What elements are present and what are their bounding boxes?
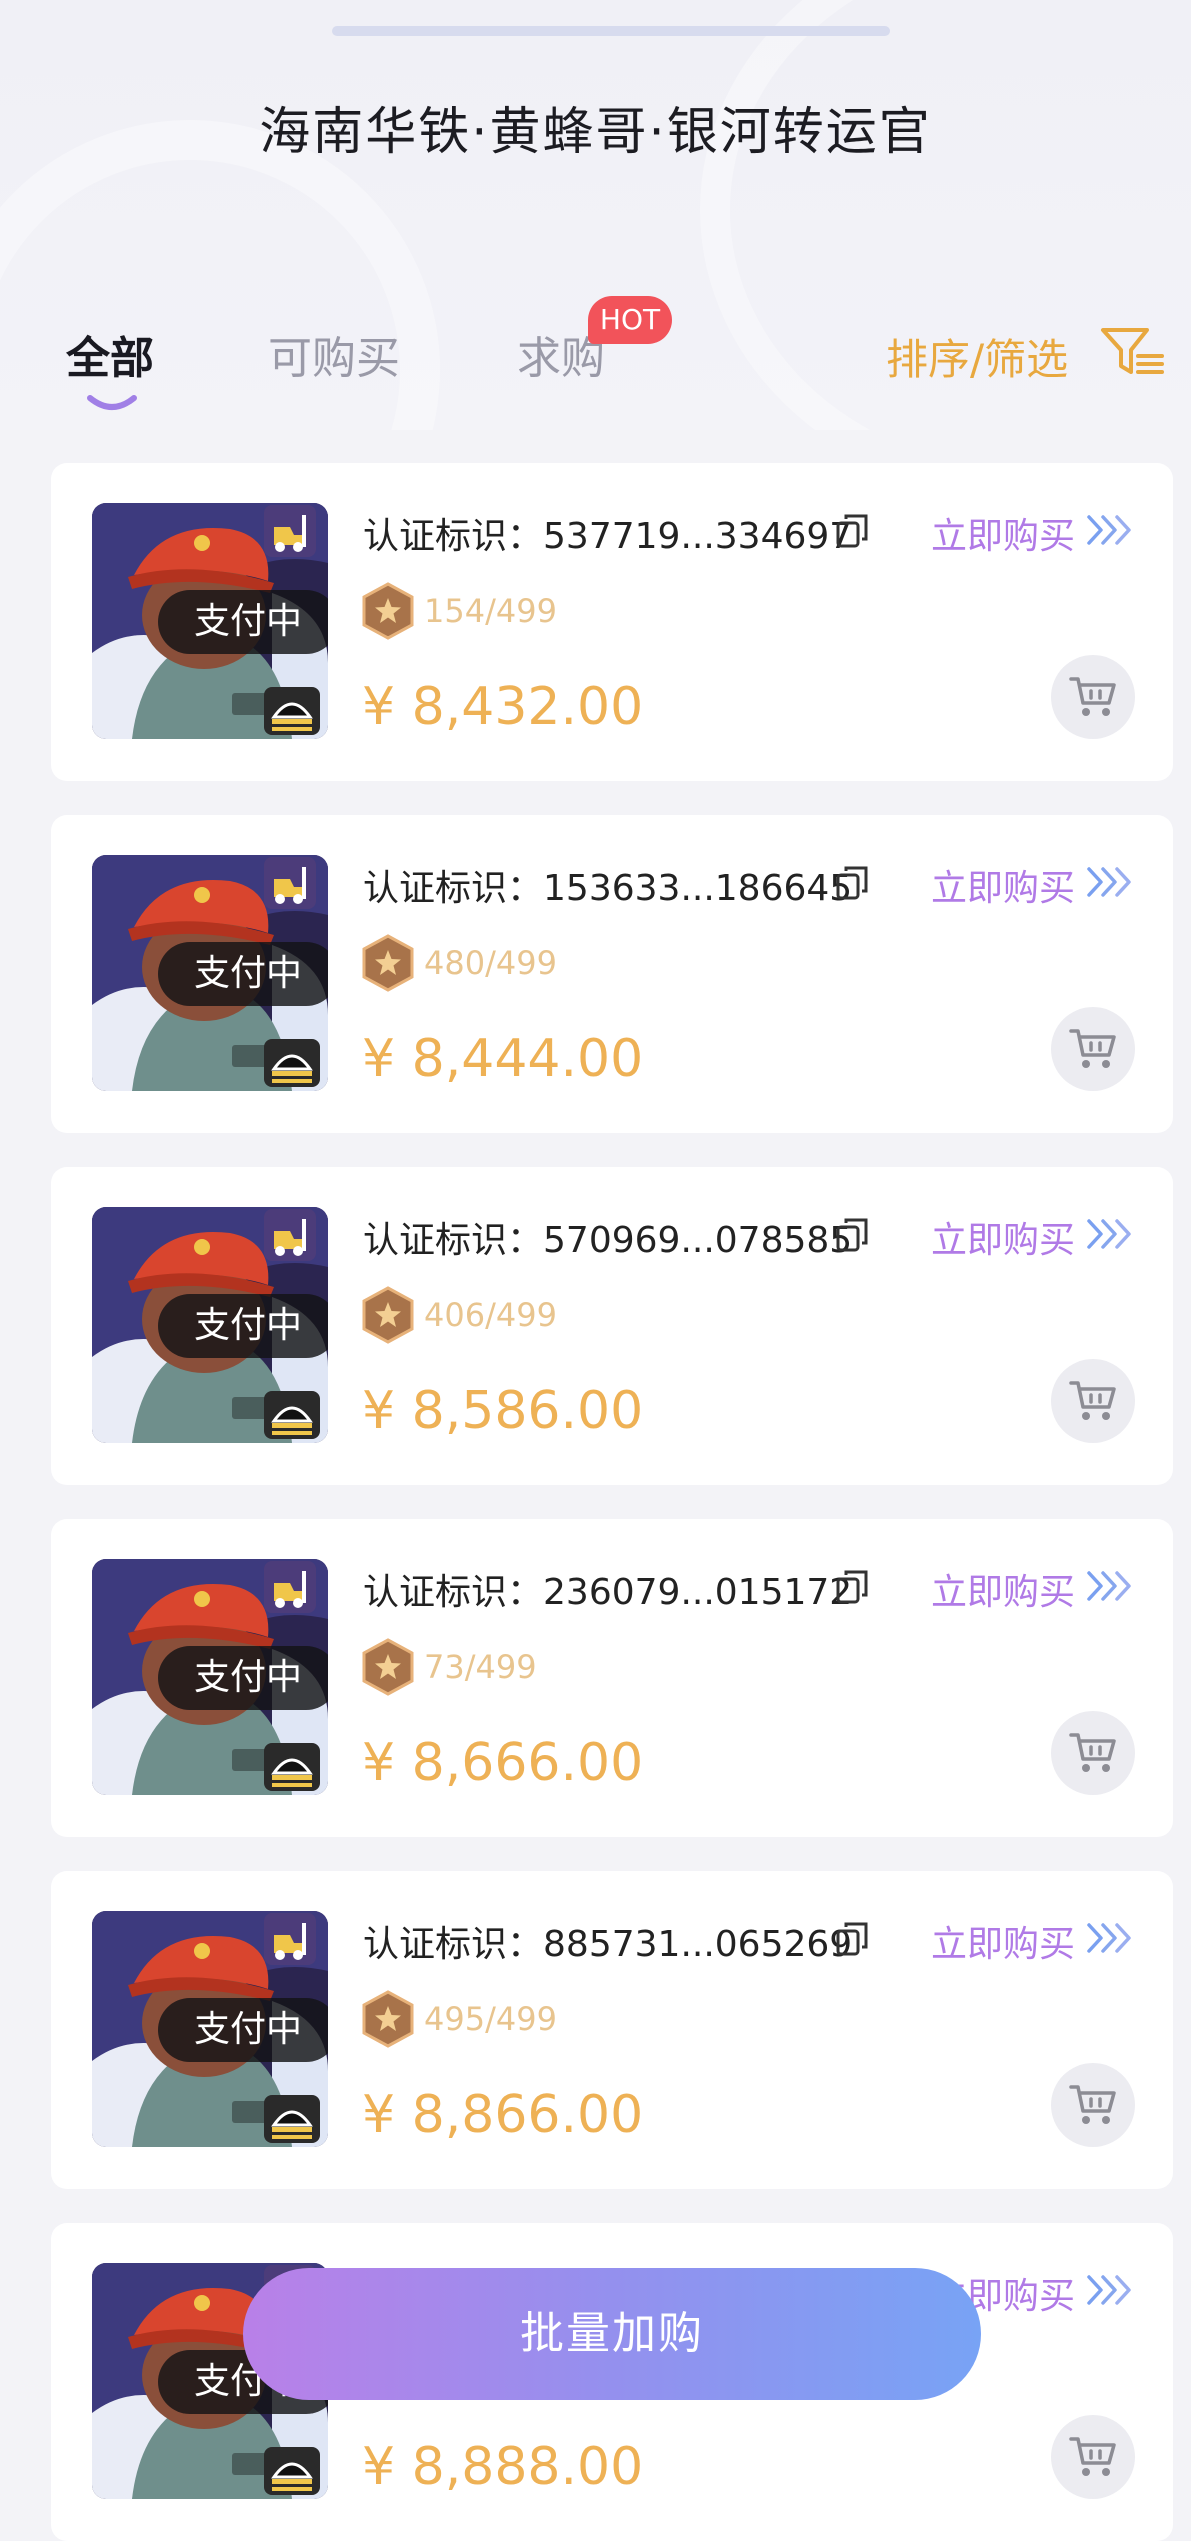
nft-thumbnail[interactable]: 支付中 <box>92 855 328 1091</box>
tab-purchasable[interactable]: 可购买 <box>268 322 400 386</box>
add-to-cart-button[interactable] <box>1051 1007 1135 1091</box>
price: ¥ 8,586.00 <box>362 1381 643 1441</box>
tab-all[interactable]: 全部 <box>66 322 154 386</box>
currency-symbol: ¥ <box>362 677 396 737</box>
copy-icon[interactable] <box>835 1217 869 1253</box>
price-value: 8,586.00 <box>411 1381 644 1441</box>
copy-icon[interactable] <box>835 513 869 549</box>
nft-thumbnail[interactable]: 支付中 <box>92 1207 328 1443</box>
cert-id: 认证标识：570969...078585 <box>363 1211 852 1263</box>
price-value: 8,888.00 <box>411 2437 644 2497</box>
chevrons-right-icon <box>1087 1923 1131 1953</box>
cert-id: 认证标识：885731...065269 <box>363 1915 852 1967</box>
listing-card[interactable]: 支付中 认证标识：885731...065269 立即购买 495/499 ¥ … <box>51 1871 1173 2189</box>
cart-icon <box>1069 677 1116 716</box>
chevrons-right-icon <box>1087 515 1131 545</box>
cert-value: 885731...065269 <box>543 1924 853 1965</box>
cert-label: 认证标识： <box>363 516 544 557</box>
chevrons-right-icon <box>1087 1571 1131 1601</box>
nft-thumbnail[interactable]: 支付中 <box>92 503 328 739</box>
price-value: 8,866.00 <box>411 2085 644 2145</box>
cert-value: 153633...186645 <box>543 868 853 909</box>
page-title: 海南华铁·黄蜂哥·银河转运官 <box>259 103 932 162</box>
cert-label: 认证标识： <box>363 1220 544 1261</box>
price-value: 8,432.00 <box>411 677 644 737</box>
buy-now-link[interactable]: 立即购买 <box>931 859 1075 911</box>
buy-now-link[interactable]: 立即购买 <box>931 1211 1075 1263</box>
currency-symbol: ¥ <box>362 1733 396 1793</box>
price: ¥ 8,866.00 <box>362 2085 643 2145</box>
cert-id: 认证标识：236079...015172 <box>363 1563 852 1615</box>
edition-number: 154/499 <box>424 592 557 630</box>
drag-handle[interactable] <box>332 26 890 36</box>
buy-now-link[interactable]: 立即购买 <box>931 1563 1075 1615</box>
cart-icon <box>1069 1733 1116 1772</box>
status-badge: 支付中 <box>158 1294 328 1358</box>
price-value: 8,444.00 <box>411 1029 644 1089</box>
star-hexagon-icon <box>362 1638 414 1696</box>
star-hexagon-icon <box>362 934 414 992</box>
chevrons-right-icon <box>1087 867 1131 897</box>
star-hexagon-icon <box>362 582 414 640</box>
copy-icon[interactable] <box>835 1921 869 1957</box>
nft-thumbnail[interactable]: 支付中 <box>92 1911 328 2147</box>
status-badge: 支付中 <box>158 942 328 1006</box>
price: ¥ 8,666.00 <box>362 1733 643 1793</box>
filter-icon[interactable] <box>1100 326 1166 378</box>
cert-value: 537719...334697 <box>543 516 853 557</box>
chevrons-right-icon <box>1087 2275 1131 2305</box>
cert-label: 认证标识： <box>363 868 544 909</box>
sort-filter-button[interactable]: 排序/筛选 <box>886 326 1068 387</box>
copy-icon[interactable] <box>835 865 869 901</box>
edition-number: 480/499 <box>424 944 557 982</box>
edition-number: 73/499 <box>424 1648 537 1686</box>
price: ¥ 8,432.00 <box>362 677 643 737</box>
add-to-cart-button[interactable] <box>1051 1359 1135 1443</box>
buy-now-link[interactable]: 立即购买 <box>931 507 1075 559</box>
star-hexagon-icon <box>362 1990 414 2048</box>
currency-symbol: ¥ <box>362 2437 396 2497</box>
tab-active-indicator <box>87 395 137 410</box>
add-to-cart-button[interactable] <box>1051 655 1135 739</box>
currency-symbol: ¥ <box>362 1029 396 1089</box>
listing-card[interactable]: 支付中 认证标识：153633...186645 立即购买 480/499 ¥ … <box>51 815 1173 1133</box>
buy-now-link[interactable]: 立即购买 <box>931 1915 1075 1967</box>
status-badge: 支付中 <box>158 1998 328 2062</box>
currency-symbol: ¥ <box>362 1381 396 1441</box>
edition-number: 495/499 <box>424 2000 557 2038</box>
hot-badge: HOT <box>588 296 672 344</box>
cert-value: 570969...078585 <box>543 1220 853 1261</box>
cart-icon <box>1069 2437 1116 2476</box>
cart-icon <box>1069 1029 1116 1068</box>
edition-number: 406/499 <box>424 1296 557 1334</box>
price-value: 8,666.00 <box>411 1733 644 1793</box>
currency-symbol: ¥ <box>362 2085 396 2145</box>
star-hexagon-icon <box>362 1286 414 1344</box>
cart-icon <box>1069 2085 1116 2124</box>
copy-icon[interactable] <box>835 1569 869 1605</box>
listing-card[interactable]: 支付中 认证标识：236079...015172 立即购买 73/499 ¥ 8… <box>51 1519 1173 1837</box>
nft-thumbnail[interactable]: 支付中 <box>92 1559 328 1795</box>
batch-add-button[interactable]: 批量加购 <box>243 2268 981 2400</box>
add-to-cart-button[interactable] <box>1051 2063 1135 2147</box>
status-badge: 支付中 <box>158 590 328 654</box>
price: ¥ 8,888.00 <box>362 2437 643 2497</box>
cart-icon <box>1069 1381 1116 1420</box>
listing-card[interactable]: 支付中 认证标识：537719...334697 立即购买 154/499 ¥ … <box>51 463 1173 781</box>
cert-label: 认证标识： <box>363 1924 544 1965</box>
cert-label: 认证标识： <box>363 1572 544 1613</box>
chevrons-right-icon <box>1087 1219 1131 1249</box>
cert-id: 认证标识：537719...334697 <box>363 507 852 559</box>
listing-card[interactable]: 支付中 认证标识：570969...078585 立即购买 406/499 ¥ … <box>51 1167 1173 1485</box>
cert-id: 认证标识：153633...186645 <box>363 859 852 911</box>
price: ¥ 8,444.00 <box>362 1029 643 1089</box>
status-badge: 支付中 <box>158 1646 328 1710</box>
add-to-cart-button[interactable] <box>1051 1711 1135 1795</box>
add-to-cart-button[interactable] <box>1051 2415 1135 2499</box>
cert-value: 236079...015172 <box>543 1572 853 1613</box>
